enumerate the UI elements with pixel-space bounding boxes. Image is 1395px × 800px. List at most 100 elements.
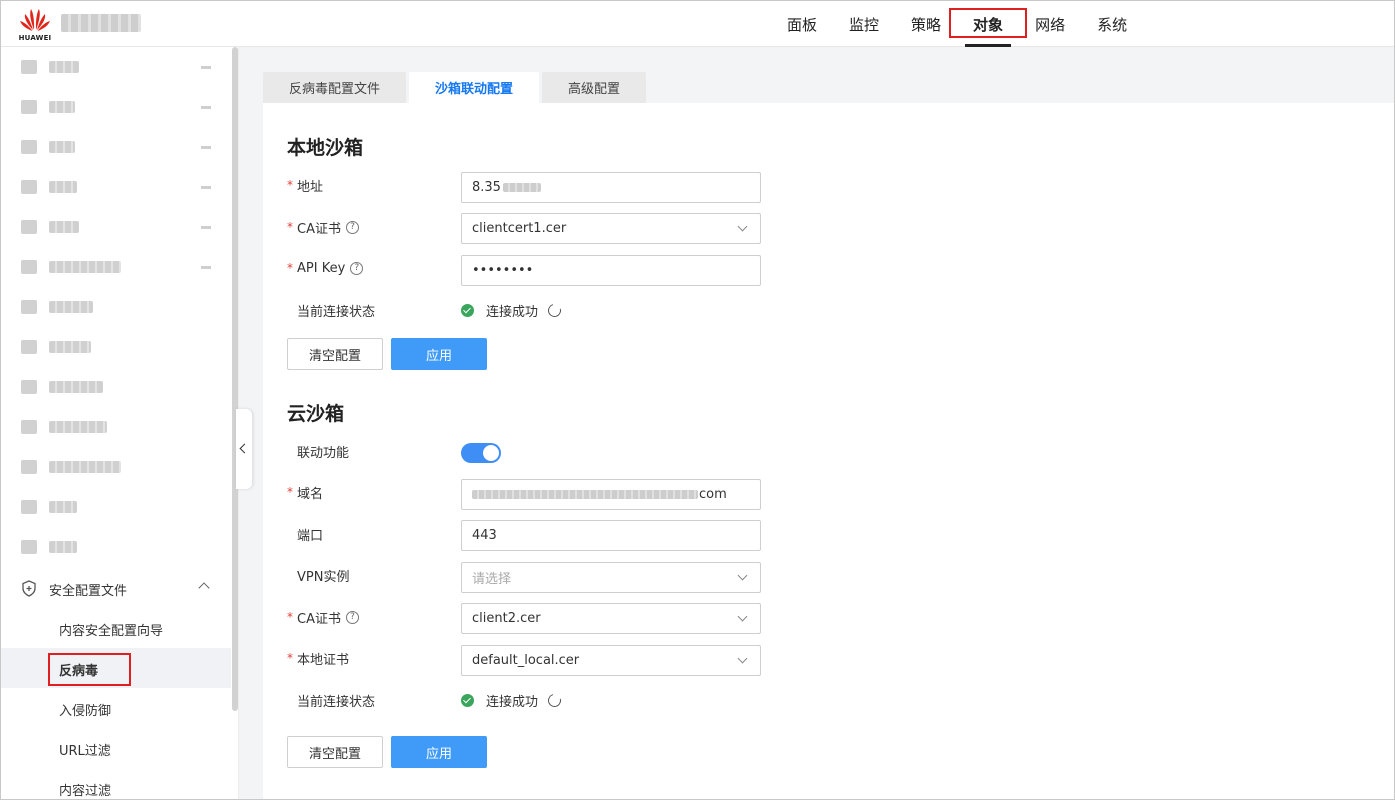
nav-policy[interactable]: 策略 bbox=[895, 1, 957, 47]
connection-status: 连接成功 bbox=[461, 300, 564, 320]
highlight-box bbox=[949, 8, 1028, 38]
config-tabs: 反病毒配置文件 沙箱联动配置 高级配置 bbox=[263, 72, 649, 103]
sidebar-item-redacted[interactable] bbox=[1, 367, 231, 407]
sidebar-item-redacted[interactable] bbox=[1, 527, 231, 567]
logo-text: HUAWEI bbox=[18, 34, 52, 42]
cloud-ca-cert-select[interactable]: client2.cer bbox=[461, 603, 761, 634]
address-input[interactable]: 8.35 bbox=[461, 172, 761, 203]
port-label: 端口 bbox=[297, 528, 324, 544]
sidebar-item-redacted[interactable] bbox=[1, 447, 231, 487]
huawei-flower-icon bbox=[20, 9, 50, 31]
redacted-icon bbox=[21, 500, 37, 514]
tab-sandbox-linkage[interactable]: 沙箱联动配置 bbox=[409, 72, 540, 103]
domain-label: * 域名 bbox=[287, 485, 324, 502]
port-input[interactable]: 443 bbox=[461, 520, 761, 551]
sidebar-group-security-profiles[interactable]: 安全配置文件 bbox=[1, 568, 231, 608]
sidebar-item-url-filtering[interactable]: URL过滤 bbox=[1, 728, 231, 768]
sidebar-item-redacted[interactable] bbox=[1, 327, 231, 367]
sidebar-collapse-button[interactable] bbox=[236, 409, 252, 489]
sidebar-item-redacted[interactable] bbox=[1, 407, 231, 447]
chevron-down-icon bbox=[737, 570, 748, 581]
refresh-icon[interactable] bbox=[545, 301, 564, 319]
redacted-icon bbox=[21, 180, 37, 194]
nav-network[interactable]: 网络 bbox=[1019, 1, 1081, 47]
vpn-instance-label: VPN实例 bbox=[297, 569, 350, 585]
sidebar-item-redacted[interactable] bbox=[1, 247, 231, 287]
shield-plus-icon bbox=[21, 580, 37, 597]
nav-object[interactable]: 对象 bbox=[949, 1, 1028, 47]
chevron-down-icon bbox=[737, 221, 748, 232]
redacted-icon bbox=[21, 300, 37, 314]
top-header: HUAWEI 面板 监控 策略 对象 网络 系统 bbox=[1, 1, 1394, 47]
redacted-icon bbox=[21, 340, 37, 354]
redacted-icon bbox=[21, 220, 37, 234]
sidebar-item-redacted[interactable] bbox=[1, 287, 231, 327]
cloud-connection-status: 连接成功 bbox=[461, 690, 564, 710]
redacted-text bbox=[472, 490, 698, 499]
help-icon[interactable]: ? bbox=[345, 220, 359, 234]
local-cert-label: * 本地证书 bbox=[287, 651, 350, 668]
redacted-icon bbox=[21, 60, 37, 74]
nav-dashboard[interactable]: 面板 bbox=[771, 1, 833, 47]
sidebar-group-label: 安全配置文件 bbox=[49, 584, 128, 599]
cloud-connection-status-label: 当前连接状态 bbox=[297, 694, 376, 710]
nav-system[interactable]: 系统 bbox=[1081, 1, 1143, 47]
link-function-label: 联动功能 bbox=[297, 445, 350, 461]
redacted-text bbox=[502, 183, 541, 192]
redacted-icon bbox=[21, 260, 37, 274]
address-label: * 地址 bbox=[287, 178, 324, 195]
link-function-toggle[interactable] bbox=[461, 443, 501, 463]
api-key-input[interactable]: •••••••• bbox=[461, 255, 761, 286]
chevron-down-icon bbox=[737, 611, 748, 622]
huawei-logo: HUAWEI bbox=[17, 6, 53, 42]
chevron-up-icon bbox=[198, 582, 210, 594]
app-window: HUAWEI 面板 监控 策略 对象 网络 系统 安全配置文件 内容安全配置向导… bbox=[0, 0, 1395, 800]
sidebar-item-content-filtering[interactable]: 内容过滤 bbox=[1, 768, 231, 799]
sidebar-item-redacted[interactable] bbox=[1, 87, 231, 127]
sidebar-item-antivirus[interactable]: 反病毒 bbox=[1, 648, 231, 688]
tab-advanced-config[interactable]: 高级配置 bbox=[542, 72, 647, 103]
help-icon[interactable]: ? bbox=[350, 261, 364, 275]
refresh-icon[interactable] bbox=[545, 691, 564, 709]
success-check-icon bbox=[461, 693, 474, 707]
redacted-icon bbox=[21, 420, 37, 434]
vpn-instance-select[interactable]: 请选择 bbox=[461, 562, 761, 593]
sidebar-item-intrusion-prevention[interactable]: 入侵防御 bbox=[1, 688, 231, 728]
section-title-local-sandbox: 本地沙箱 bbox=[287, 137, 364, 159]
help-icon[interactable]: ? bbox=[345, 610, 359, 624]
highlight-box bbox=[48, 653, 131, 686]
local-cert-select[interactable]: default_local.cer bbox=[461, 645, 761, 676]
tab-antivirus-profiles[interactable]: 反病毒配置文件 bbox=[263, 72, 407, 103]
domain-input[interactable]: com bbox=[461, 479, 761, 510]
section-title-cloud-sandbox: 云沙箱 bbox=[287, 403, 345, 425]
sidebar-item-redacted[interactable] bbox=[1, 207, 231, 247]
sidebar: 安全配置文件 内容安全配置向导 反病毒 入侵防御 URL过滤 内容过滤 bbox=[1, 47, 239, 799]
ca-cert-select[interactable]: clientcert1.cer bbox=[461, 213, 761, 244]
cloud-ca-cert-label: * CA证书? bbox=[287, 607, 359, 627]
sidebar-item-redacted[interactable] bbox=[1, 167, 231, 207]
sidebar-item-redacted[interactable] bbox=[1, 487, 231, 527]
chevron-left-icon bbox=[239, 443, 250, 454]
sidebar-scrollbar[interactable] bbox=[232, 47, 238, 711]
sandbox-config-panel: 本地沙箱 * 地址 8.35 * CA证书? clientcert1.cer * AP… bbox=[263, 103, 1394, 799]
redacted-icon bbox=[21, 460, 37, 474]
product-name-redacted bbox=[61, 14, 141, 32]
cloud-apply-button[interactable]: 应用 bbox=[391, 736, 487, 768]
clear-config-button[interactable]: 清空配置 bbox=[287, 338, 383, 370]
top-nav: 面板 监控 策略 对象 网络 系统 bbox=[771, 1, 1143, 47]
success-check-icon bbox=[461, 303, 474, 317]
sidebar-item-content-security-wizard[interactable]: 内容安全配置向导 bbox=[1, 608, 231, 648]
sidebar-item-redacted[interactable] bbox=[1, 47, 231, 87]
chevron-down-icon bbox=[737, 653, 748, 664]
apply-button[interactable]: 应用 bbox=[391, 338, 487, 370]
redacted-icon bbox=[21, 140, 37, 154]
redacted-icon bbox=[21, 380, 37, 394]
ca-cert-label: * CA证书? bbox=[287, 217, 359, 237]
redacted-icon bbox=[21, 100, 37, 114]
redacted-icon bbox=[21, 540, 37, 554]
connection-status-label: 当前连接状态 bbox=[297, 304, 376, 320]
sidebar-item-redacted[interactable] bbox=[1, 127, 231, 167]
cloud-clear-config-button[interactable]: 清空配置 bbox=[287, 736, 383, 768]
toggle-knob bbox=[483, 445, 499, 461]
nav-monitor[interactable]: 监控 bbox=[833, 1, 895, 47]
